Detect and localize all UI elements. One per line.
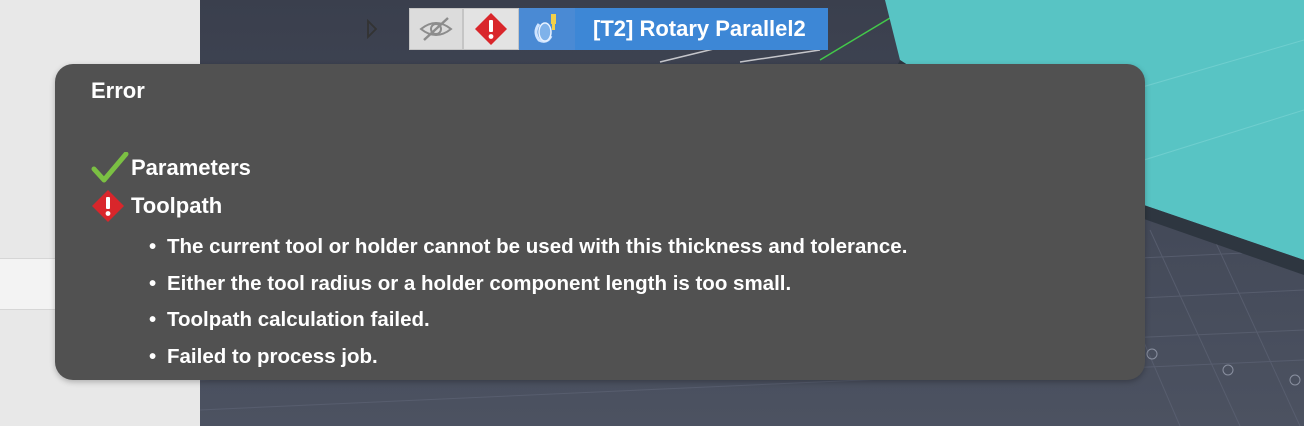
eye-hidden-icon[interactable] (409, 8, 463, 50)
checkmark-icon (91, 152, 131, 184)
error-message: • Failed to process job. (149, 344, 378, 368)
error-diamond-icon[interactable] (463, 8, 519, 50)
error-message: • Toolpath calculation failed. (149, 308, 430, 331)
operation-name-label[interactable]: [T2] Rotary Parallel2 (575, 8, 828, 50)
status-label: Toolpath (131, 193, 223, 218)
rotary-operation-icon[interactable] (519, 8, 575, 50)
error-message: • Either the tool radius or a holder comp… (149, 271, 792, 295)
error-tooltip: Error Parameters Toolpath • The current t… (55, 64, 1145, 380)
status-label: Parameters (131, 155, 251, 180)
error-message-list: • The current tool or holder cannot be us… (91, 229, 1109, 375)
error-message: • The current tool or holder cannot be us… (149, 235, 908, 258)
status-toolpath: Toolpath (91, 187, 1109, 225)
tooltip-title: Error (91, 78, 145, 103)
status-parameters: Parameters (91, 149, 1109, 187)
expand-arrow-icon[interactable] (365, 19, 379, 39)
browser-operation-row[interactable]: [T2] Rotary Parallel2 (365, 8, 828, 50)
error-diamond-icon (91, 190, 131, 222)
